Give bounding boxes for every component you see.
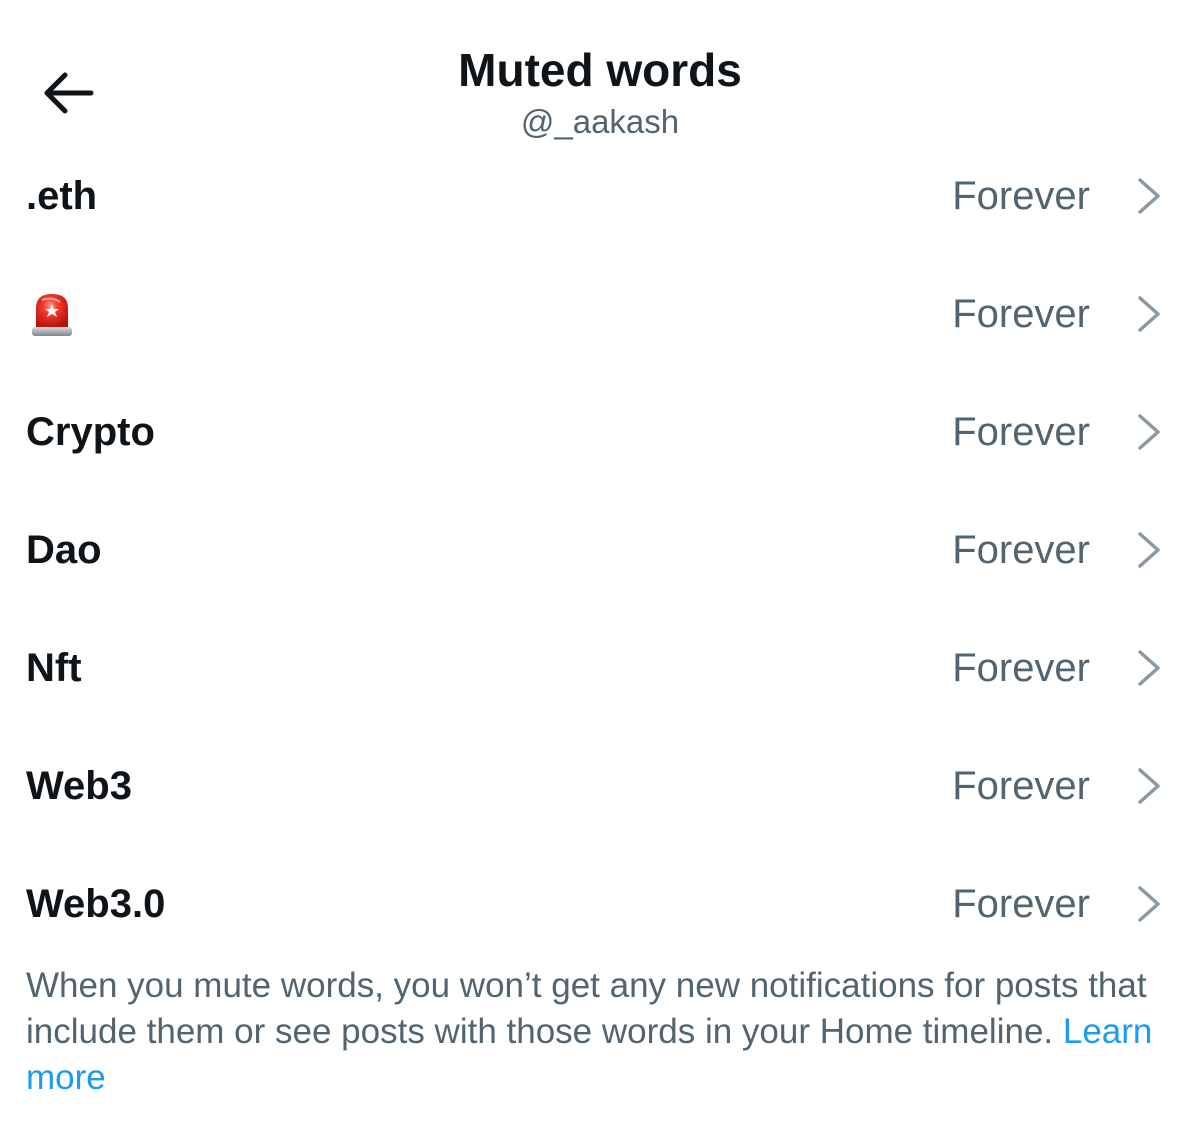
- muted-words-explanation: When you mute words, you won’t get any n…: [26, 963, 1176, 1101]
- page-title: Muted words: [458, 44, 742, 96]
- muted-word-row[interactable]: .eth Forever: [0, 137, 1200, 255]
- mute-duration: Forever: [952, 764, 1090, 808]
- chevron-right-icon: [1134, 884, 1164, 924]
- muted-word-label: Dao: [26, 528, 102, 572]
- chevron-right-icon: [1134, 294, 1164, 334]
- muted-word-row[interactable]: Dao Forever: [0, 491, 1200, 609]
- mute-duration: Forever: [952, 174, 1090, 218]
- muted-word-row[interactable]: Forever: [0, 255, 1200, 373]
- muted-word-label: Crypto: [26, 410, 155, 454]
- muted-word-label: [30, 288, 74, 340]
- muted-word-row[interactable]: Nft Forever: [0, 609, 1200, 727]
- muted-word-row[interactable]: Web3 Forever: [0, 727, 1200, 845]
- mute-duration: Forever: [952, 646, 1090, 690]
- chevron-right-icon: [1134, 766, 1164, 806]
- muted-word-label: Web3: [26, 764, 132, 808]
- chevron-right-icon: [1134, 412, 1164, 452]
- mute-duration: Forever: [952, 292, 1090, 336]
- top-bar: Muted words @_aakash: [0, 0, 1200, 150]
- chevron-right-icon: [1134, 648, 1164, 688]
- muted-word-label: Web3.0: [26, 882, 166, 926]
- explanation-text: When you mute words, you won’t get any n…: [26, 966, 1147, 1051]
- muted-word-row[interactable]: Crypto Forever: [0, 373, 1200, 491]
- chevron-right-icon: [1134, 530, 1164, 570]
- muted-word-label: Nft: [26, 646, 82, 690]
- mute-duration: Forever: [952, 882, 1090, 926]
- account-handle: @_aakash: [520, 103, 680, 140]
- muted-word-row[interactable]: Web3.0 Forever: [0, 845, 1200, 963]
- muted-word-label: .eth: [26, 174, 98, 218]
- muted-words-list: .eth Forever Forever Crypto Forever Dao …: [0, 137, 1200, 963]
- chevron-right-icon: [1134, 176, 1164, 216]
- police-siren-emoji: [32, 293, 72, 336]
- mute-duration: Forever: [952, 528, 1090, 572]
- mute-duration: Forever: [952, 410, 1090, 454]
